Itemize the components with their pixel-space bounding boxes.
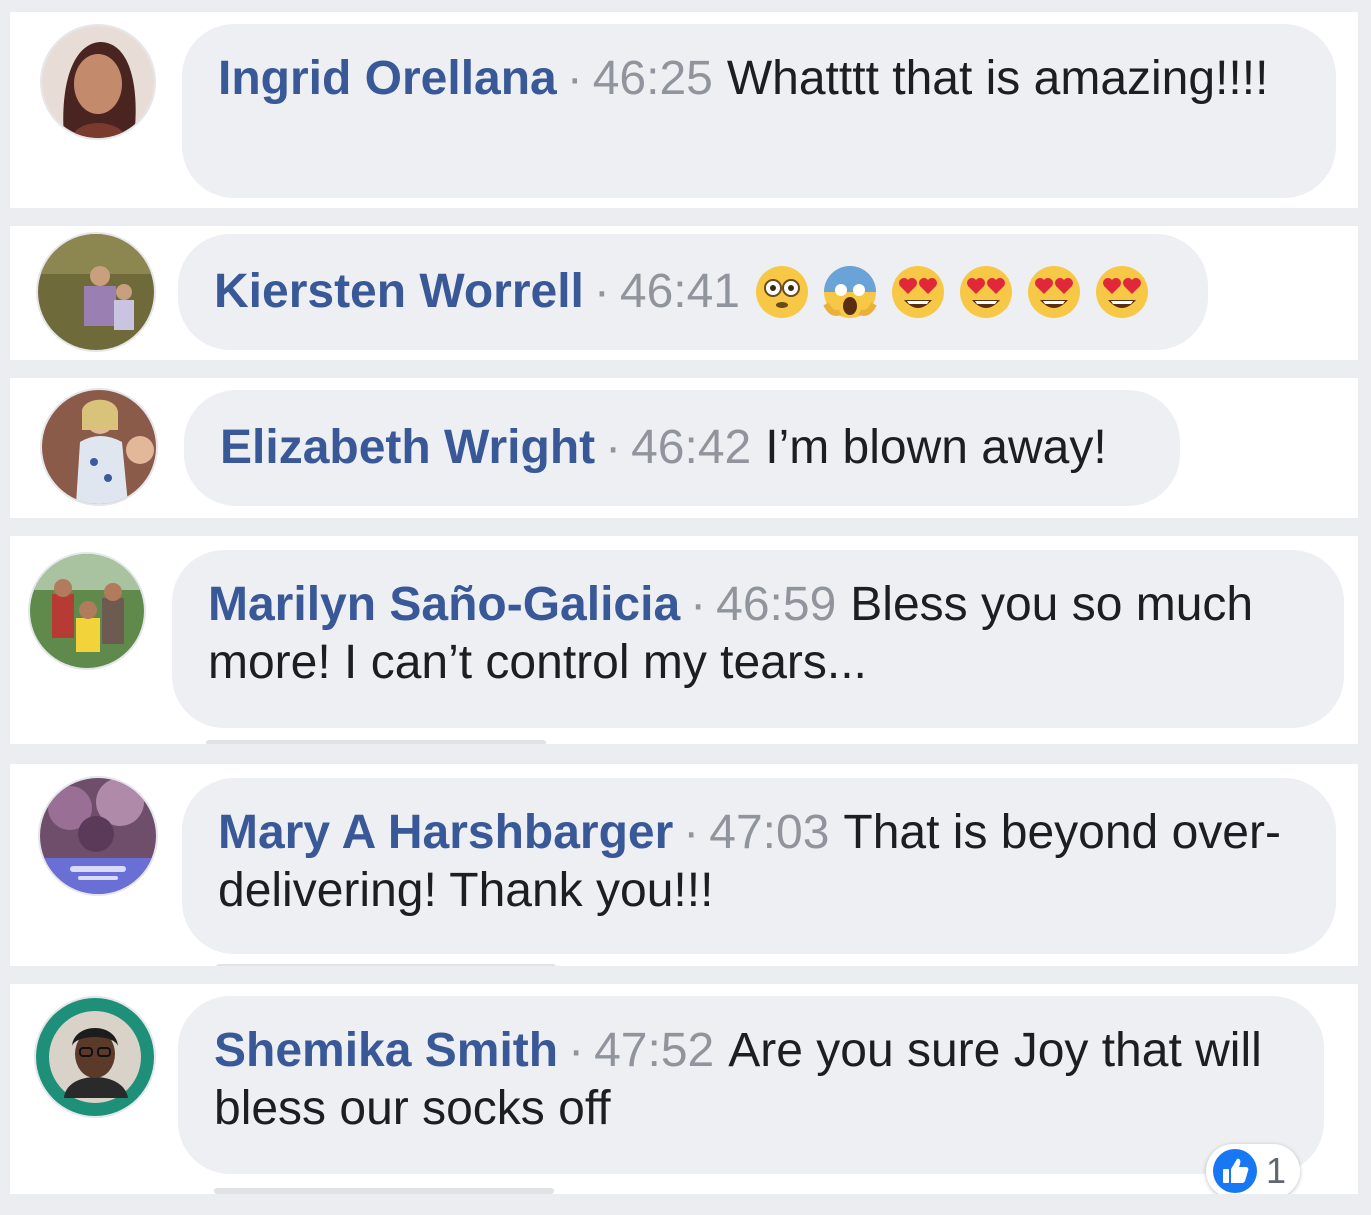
heart-eyes-emoji bbox=[1028, 266, 1080, 318]
flushed-face-emoji bbox=[756, 266, 808, 318]
separator-dot: · bbox=[566, 52, 583, 105]
commenter-name-link[interactable]: Elizabeth Wright bbox=[220, 419, 595, 477]
comment-bubble: Shemika Smith · 47:52 Are you sure Joy that… bbox=[178, 996, 1324, 1174]
commenter-name-link[interactable]: Mary A Harshbarger bbox=[218, 806, 673, 859]
comment-timestamp-link[interactable]: 46:41 bbox=[620, 263, 754, 321]
comment-timestamp-link[interactable]: 47:52 bbox=[594, 1024, 728, 1077]
profile-photo-icon bbox=[36, 998, 154, 1116]
avatar[interactable] bbox=[38, 234, 154, 350]
separator-dot: · bbox=[605, 421, 622, 474]
commenter-name-link[interactable]: Shemika Smith bbox=[214, 1024, 558, 1077]
reaction-count: 1 bbox=[1266, 1150, 1287, 1191]
profile-photo-icon bbox=[30, 554, 144, 668]
comment-bubble: Ingrid Orellana · 46:25 Whatttt that is ama… bbox=[182, 24, 1336, 198]
comment-card: Kiersten Worrell · 46:41 bbox=[10, 226, 1358, 360]
avatar[interactable] bbox=[42, 26, 154, 138]
reaction-count-badge[interactable]: 1 bbox=[1206, 1144, 1301, 1194]
comment-bubble: Marilyn Saño-Galicia · 46:59 Bless you so m… bbox=[172, 550, 1344, 728]
like-icon bbox=[1213, 1149, 1257, 1193]
profile-photo-icon bbox=[40, 778, 156, 894]
avatar[interactable] bbox=[42, 390, 156, 504]
comment-card: Shemika Smith · 47:52 Are you sure Joy that… bbox=[10, 984, 1358, 1194]
commenter-name-link[interactable]: Marilyn Saño-Galicia bbox=[208, 578, 680, 631]
comment-timestamp-link[interactable]: 46:59 bbox=[716, 578, 850, 631]
profile-photo-icon bbox=[38, 234, 154, 350]
avatar[interactable] bbox=[30, 554, 144, 668]
comment-bubble: Kiersten Worrell · 46:41 bbox=[178, 234, 1208, 350]
comment-card: Ingrid Orellana · 46:25 Whatttt that is ama… bbox=[10, 12, 1358, 208]
separator-dot: · bbox=[593, 265, 610, 318]
comment-bubble: Elizabeth Wright · 46:42 I’m blown away! bbox=[184, 390, 1180, 506]
comment-text: Whatttt that is amazing!!!! bbox=[726, 52, 1269, 105]
separator-dot: · bbox=[568, 1024, 585, 1077]
comment-timestamp-link[interactable]: 46:42 bbox=[631, 419, 765, 477]
profile-photo-icon bbox=[42, 26, 154, 138]
comment-timestamp-link[interactable]: 46:25 bbox=[593, 52, 727, 105]
comment-timestamp-link[interactable]: 47:03 bbox=[709, 806, 843, 859]
avatar[interactable] bbox=[36, 998, 154, 1116]
heart-eyes-emoji bbox=[1096, 266, 1148, 318]
heart-eyes-emoji bbox=[960, 266, 1012, 318]
comment-bubble: Mary A Harshbarger · 47:03 That is beyond o… bbox=[182, 778, 1336, 954]
comment-text: I’m blown away! bbox=[765, 421, 1107, 474]
screaming-face-emoji bbox=[823, 266, 877, 318]
commenter-name-link[interactable]: Kiersten Worrell bbox=[214, 263, 584, 321]
heart-eyes-emoji bbox=[892, 266, 944, 318]
avatar[interactable] bbox=[40, 778, 156, 894]
profile-photo-icon bbox=[42, 390, 156, 504]
comment-actions-cutoff bbox=[216, 964, 556, 966]
separator-dot: · bbox=[683, 806, 700, 859]
comment-card: Elizabeth Wright · 46:42 I’m blown away! bbox=[10, 378, 1358, 518]
comment-actions-cutoff bbox=[206, 740, 546, 744]
comment-card: Marilyn Saño-Galicia · 46:59 Bless you so m… bbox=[10, 536, 1358, 744]
commenter-name-link[interactable]: Ingrid Orellana bbox=[218, 52, 557, 105]
comment-actions-cutoff bbox=[214, 1188, 554, 1194]
separator-dot: · bbox=[690, 578, 707, 631]
comment-card: Mary A Harshbarger · 47:03 That is beyond o… bbox=[10, 764, 1358, 966]
